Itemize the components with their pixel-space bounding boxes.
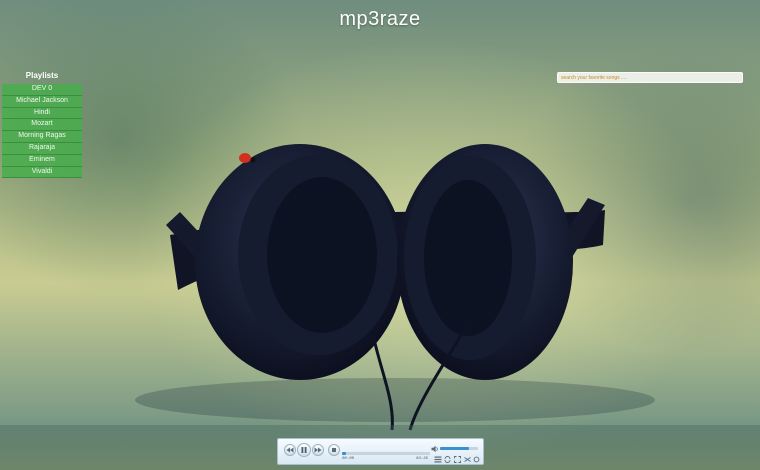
- playlist-item-morning-ragas[interactable]: Morning Ragas: [2, 131, 82, 143]
- settings-icon[interactable]: [473, 456, 480, 463]
- shuffle-icon[interactable]: [464, 456, 471, 463]
- playlist-item-michael-jackson[interactable]: Michael Jackson: [2, 95, 82, 108]
- current-time: 00:00: [342, 457, 355, 461]
- seek-bar-progress: [342, 452, 347, 455]
- playlist-icon[interactable]: [434, 456, 442, 463]
- stop-icon: [332, 448, 336, 452]
- volume-slider-level: [440, 447, 469, 450]
- search-input[interactable]: [557, 72, 743, 83]
- repeat-icon[interactable]: [444, 456, 451, 463]
- playlist-item-dev-0[interactable]: DEV 0: [2, 84, 82, 96]
- fast-forward-button[interactable]: [312, 444, 324, 456]
- rewind-button[interactable]: [284, 444, 296, 456]
- site-title: mp3raze: [339, 8, 421, 30]
- playlist-item-vivaldi[interactable]: Vivaldi: [2, 166, 82, 179]
- playlists-heading: Playlists: [25, 71, 59, 80]
- fullscreen-icon[interactable]: [454, 456, 461, 463]
- playlists-sidebar: Playlists DEV 0 Michael Jackson Hindi Mo…: [2, 70, 82, 179]
- playlist-item-rajaraja[interactable]: Rajaraja: [2, 142, 82, 155]
- rewind-icon: [286, 447, 294, 453]
- playlist-list: DEV 0 Michael Jackson Hindi Mozart Morni…: [2, 84, 82, 179]
- headphones-image: [135, 144, 655, 431]
- pause-icon: [301, 447, 307, 453]
- stop-button[interactable]: [328, 444, 340, 456]
- audio-player: 00:00 03:35: [277, 438, 484, 465]
- playlist-item-mozart[interactable]: Mozart: [2, 119, 82, 132]
- fast-forward-icon: [314, 447, 322, 453]
- total-time: 03:35: [416, 457, 429, 461]
- volume-icon[interactable]: [431, 445, 439, 453]
- volume-slider[interactable]: [440, 447, 478, 450]
- seek-bar[interactable]: [342, 452, 430, 455]
- playlist-item-eminem[interactable]: Eminem: [2, 154, 82, 167]
- playlist-item-hindi[interactable]: Hindi: [2, 107, 82, 120]
- pause-button[interactable]: [297, 443, 311, 457]
